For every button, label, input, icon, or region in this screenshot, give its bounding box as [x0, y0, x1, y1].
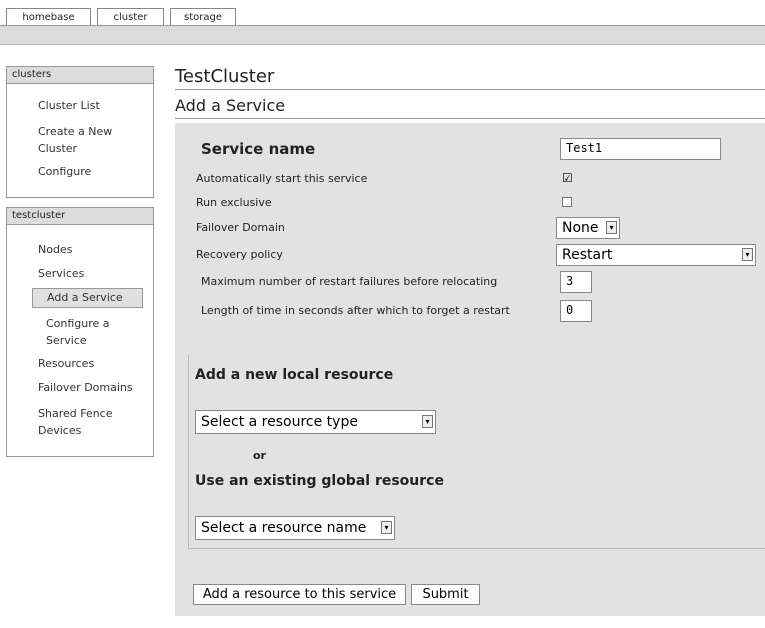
clusters-nav-header: clusters: [7, 67, 153, 84]
resource-name-placeholder: Select a resource name: [201, 520, 367, 536]
nav-shared-fence-devices[interactable]: Shared Fence Devices: [38, 405, 134, 439]
nav-cluster-list[interactable]: Cluster List: [38, 97, 100, 114]
autostart-checkbox[interactable]: ☑: [562, 172, 573, 184]
page-title: TestCluster: [175, 66, 275, 87]
chevron-down-icon: ▾: [742, 248, 753, 261]
chevron-down-icon: ▾: [381, 521, 392, 534]
chevron-down-icon: ▾: [422, 415, 433, 428]
recovery-policy-label: Recovery policy: [196, 248, 283, 261]
max-restart-input[interactable]: 3: [560, 271, 592, 293]
recovery-policy-select[interactable]: Restart ▾: [556, 244, 756, 266]
failover-domain-label: Failover Domain: [196, 221, 285, 234]
testcluster-nav-box: testcluster Nodes Services Add a Service…: [6, 207, 154, 457]
nav-add-service[interactable]: Add a Service: [32, 288, 143, 308]
nav-configure-service[interactable]: Configure a Service: [46, 315, 136, 349]
testcluster-nav-header: testcluster: [7, 208, 153, 225]
add-resource-button[interactable]: Add a resource to this service: [193, 584, 406, 605]
submit-button[interactable]: Submit: [411, 584, 480, 605]
resource-section-border-bottom: [188, 548, 765, 549]
nav-resources[interactable]: Resources: [38, 355, 94, 372]
recovery-policy-value: Restart: [562, 247, 613, 263]
section-title: Add a Service: [175, 96, 286, 115]
nav-configure[interactable]: Configure: [38, 163, 91, 180]
failover-domain-value: None: [562, 220, 599, 236]
autostart-label: Automatically start this service: [196, 172, 368, 185]
resource-section-border-left: [188, 355, 189, 548]
subtitle-divider: [175, 118, 765, 119]
failover-domain-select[interactable]: None ▾: [556, 217, 620, 239]
title-divider: [175, 89, 765, 90]
run-exclusive-checkbox[interactable]: [562, 197, 572, 207]
resource-name-select[interactable]: Select a resource name ▾: [195, 516, 395, 540]
clusters-nav-box: clusters Cluster List Create a New Clust…: [6, 66, 154, 198]
service-name-label: Service name: [201, 140, 316, 158]
run-exclusive-label: Run exclusive: [196, 196, 272, 209]
chevron-down-icon: ▾: [606, 221, 617, 234]
forget-restart-input[interactable]: 0: [560, 300, 592, 322]
nav-create-cluster[interactable]: Create a New Cluster: [38, 123, 134, 157]
resource-type-placeholder: Select a resource type: [201, 414, 358, 430]
nav-failover-domains[interactable]: Failover Domains: [38, 379, 133, 396]
tab-storage[interactable]: storage: [170, 8, 236, 25]
nav-services[interactable]: Services: [38, 265, 84, 282]
add-local-resource-heading: Add a new local resource: [195, 367, 394, 383]
service-name-input[interactable]: Test1: [560, 138, 721, 160]
max-restart-label: Maximum number of restart failures befor…: [201, 275, 498, 288]
forget-restart-label: Length of time in seconds after which to…: [201, 304, 510, 317]
or-label: or: [253, 449, 266, 462]
resource-type-select[interactable]: Select a resource type ▾: [195, 410, 436, 434]
use-global-resource-heading: Use an existing global resource: [195, 473, 444, 489]
nav-nodes[interactable]: Nodes: [38, 241, 72, 258]
top-tab-bar: homebase cluster storage: [0, 0, 765, 26]
tab-homebase[interactable]: homebase: [6, 8, 91, 25]
top-toolbar: [0, 26, 765, 45]
tab-cluster[interactable]: cluster: [97, 8, 164, 25]
